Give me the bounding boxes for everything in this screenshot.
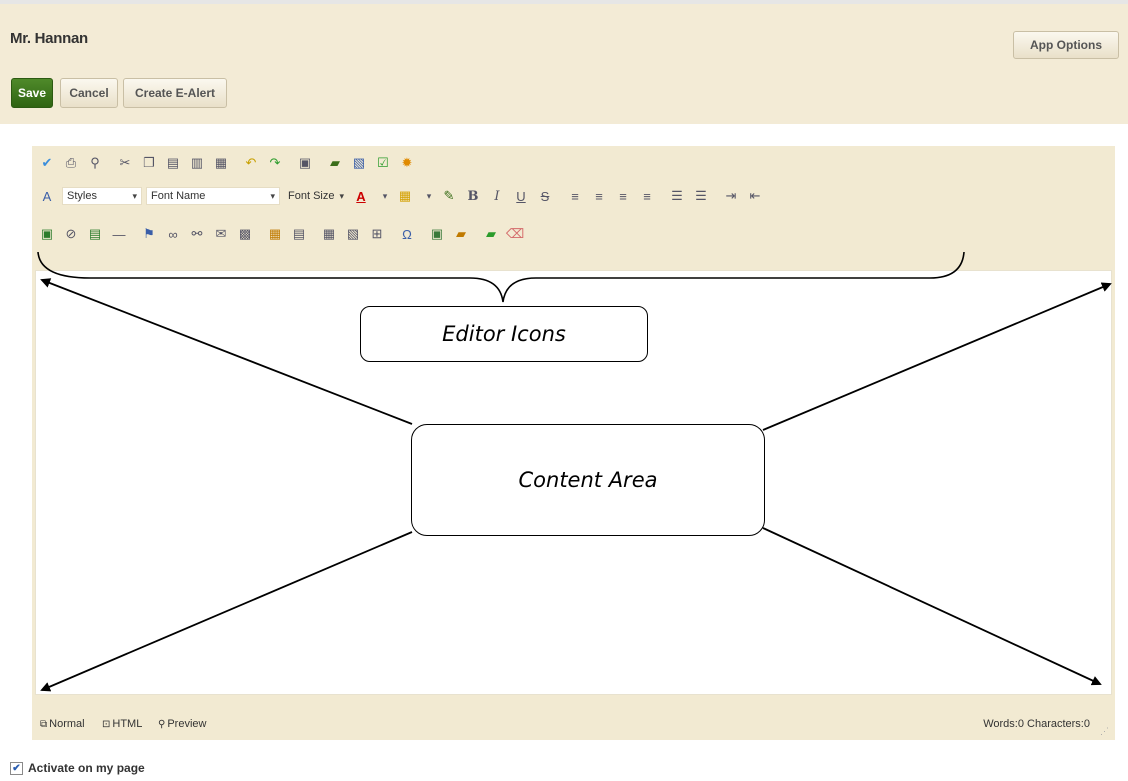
- outdent-icon[interactable]: ⇤: [746, 187, 764, 205]
- unlink-icon[interactable]: ⚯: [188, 225, 206, 243]
- cancel-button[interactable]: Cancel: [60, 78, 118, 108]
- font-color-icon[interactable]: A: [352, 187, 370, 205]
- format-painter-icon[interactable]: ✎: [440, 187, 458, 205]
- toolbar-row-2: A Styles ▾ Font Name ▾ Font Size ▾ A ▾ ▦ ▾ …: [38, 185, 770, 207]
- flash-icon[interactable]: ▰: [452, 225, 470, 243]
- highlight-color-icon[interactable]: ▦: [396, 187, 414, 205]
- strikethrough-icon[interactable]: S: [536, 187, 554, 205]
- styles-icon: A: [42, 188, 52, 204]
- normal-mode-tab[interactable]: ⧉ Normal: [40, 718, 85, 730]
- normal-mode-icon: ⧉: [40, 718, 48, 730]
- styles-select[interactable]: Styles ▾: [62, 187, 142, 205]
- bold-icon[interactable]: B: [464, 187, 482, 205]
- page-header: Mr. Hannan Save Cancel Create E-Alert Ap…: [0, 0, 1128, 124]
- normal-mode-label: Normal: [49, 718, 85, 730]
- bullet-list-icon[interactable]: ☰: [692, 187, 710, 205]
- form-icon[interactable]: ▧: [350, 154, 368, 172]
- paste-text-icon[interactable]: ▥: [188, 154, 206, 172]
- settings-icon[interactable]: ✹: [398, 154, 416, 172]
- activate-label: Activate on my page: [28, 761, 145, 775]
- horizontal-rule-icon[interactable]: —: [110, 225, 128, 243]
- editor-toolbar: ✔ ⎙ ⚲ ✂ ❐ ▤ ▥ ▦ ↶ ↷ ▣ ▰ ▧ ☑ ✹ A Styles ▾ …: [32, 146, 1115, 270]
- check-box-icon[interactable]: ☑: [374, 154, 392, 172]
- word-character-count: Words:0 Characters:0: [983, 718, 1090, 730]
- chevron-down-icon[interactable]: ▾: [376, 187, 394, 205]
- preview-mode-label: Preview: [167, 718, 207, 730]
- image-map-icon[interactable]: ▩: [236, 225, 254, 243]
- font-size-select[interactable]: Font Size ▾: [284, 187, 348, 205]
- spellcheck-icon[interactable]: ✔: [38, 154, 56, 172]
- chevron-down-icon: ▾: [132, 190, 137, 201]
- chevron-down-icon: ▾: [339, 190, 344, 201]
- page-title: Mr. Hannan: [10, 30, 88, 47]
- redo-icon[interactable]: ↷: [266, 154, 284, 172]
- editor-status-bar: ⧉ Normal ⊡ HTML ⚲ Preview Words:0 Character…: [32, 706, 1115, 740]
- activate-checkbox[interactable]: ✔: [10, 761, 23, 775]
- preview-icon: ⚲: [158, 718, 166, 730]
- find-icon[interactable]: ⚲: [86, 154, 104, 172]
- create-ealert-button[interactable]: Create E-Alert: [123, 78, 227, 108]
- insert-image-icon[interactable]: ▣: [38, 225, 56, 243]
- form-field-icon[interactable]: ▣: [428, 225, 446, 243]
- editor-icons-callout: Editor Icons: [360, 306, 648, 362]
- print-icon[interactable]: ⎙: [62, 154, 80, 172]
- dreamweaver-icon[interactable]: ▰: [326, 154, 344, 172]
- paste-icon[interactable]: ▤: [164, 154, 182, 172]
- app-options-button[interactable]: App Options: [1013, 31, 1119, 59]
- copy-icon[interactable]: ❐: [140, 154, 158, 172]
- html-mode-tab[interactable]: ⊡ HTML: [102, 718, 142, 730]
- email-link-icon[interactable]: ✉: [212, 225, 230, 243]
- template-icon[interactable]: ▦: [266, 225, 284, 243]
- font-size-label: Font Size: [288, 190, 335, 202]
- cut-icon[interactable]: ✂: [116, 154, 134, 172]
- toolbar-row-1: ✔ ⎙ ⚲ ✂ ❐ ▤ ▥ ▦ ↶ ↷ ▣ ▰ ▧ ☑ ✹: [38, 152, 422, 174]
- align-right-icon[interactable]: ≡: [614, 187, 632, 205]
- italic-icon[interactable]: I: [488, 187, 506, 205]
- insert-table-icon[interactable]: ▦: [320, 225, 338, 243]
- snippet-icon[interactable]: ▰: [482, 225, 500, 243]
- anchor-icon[interactable]: ⚑: [140, 225, 158, 243]
- preview-mode-tab[interactable]: ⚲ Preview: [158, 718, 206, 730]
- undo-icon[interactable]: ↶: [242, 154, 260, 172]
- link-icon[interactable]: ∞: [164, 225, 182, 243]
- underline-icon[interactable]: U: [512, 187, 530, 205]
- align-justify-icon[interactable]: ≡: [638, 187, 656, 205]
- resize-grip-icon[interactable]: ⋰: [1100, 726, 1109, 737]
- content-area-callout: Content Area: [411, 424, 765, 536]
- save-button[interactable]: Save: [11, 78, 53, 108]
- activate-option[interactable]: ✔ Activate on my page: [10, 761, 145, 775]
- ordered-list-icon[interactable]: ☰: [668, 187, 686, 205]
- eraser-icon[interactable]: ⌫: [506, 225, 524, 243]
- special-char-icon[interactable]: Ω: [398, 225, 416, 243]
- html-mode-label: HTML: [112, 718, 143, 730]
- toolbar-row-3: ▣ ⊘ ▤ — ⚑ ∞ ⚯ ✉ ▩ ▦ ▤ ▦ ▧ ⊞ Ω ▣ ▰ ▰ ⌫: [38, 223, 530, 245]
- paste-word-icon[interactable]: ▦: [212, 154, 230, 172]
- styles-select-label: Styles: [67, 190, 97, 202]
- table-grid-icon[interactable]: ⊞: [368, 225, 386, 243]
- align-center-icon[interactable]: ≡: [590, 187, 608, 205]
- align-left-icon[interactable]: ≡: [566, 187, 584, 205]
- page-properties-icon[interactable]: ▤: [290, 225, 308, 243]
- select-all-icon[interactable]: ▣: [296, 154, 314, 172]
- font-name-label: Font Name: [151, 190, 206, 202]
- insert-media-icon[interactable]: ▤: [86, 225, 104, 243]
- chevron-down-icon: ▾: [270, 190, 275, 201]
- html-mode-icon: ⊡: [102, 718, 111, 730]
- font-name-select[interactable]: Font Name ▾: [146, 187, 280, 205]
- attachment-icon[interactable]: ⊘: [62, 225, 80, 243]
- chevron-down-icon[interactable]: ▾: [420, 187, 438, 205]
- indent-icon[interactable]: ⇥: [722, 187, 740, 205]
- table-properties-icon[interactable]: ▧: [344, 225, 362, 243]
